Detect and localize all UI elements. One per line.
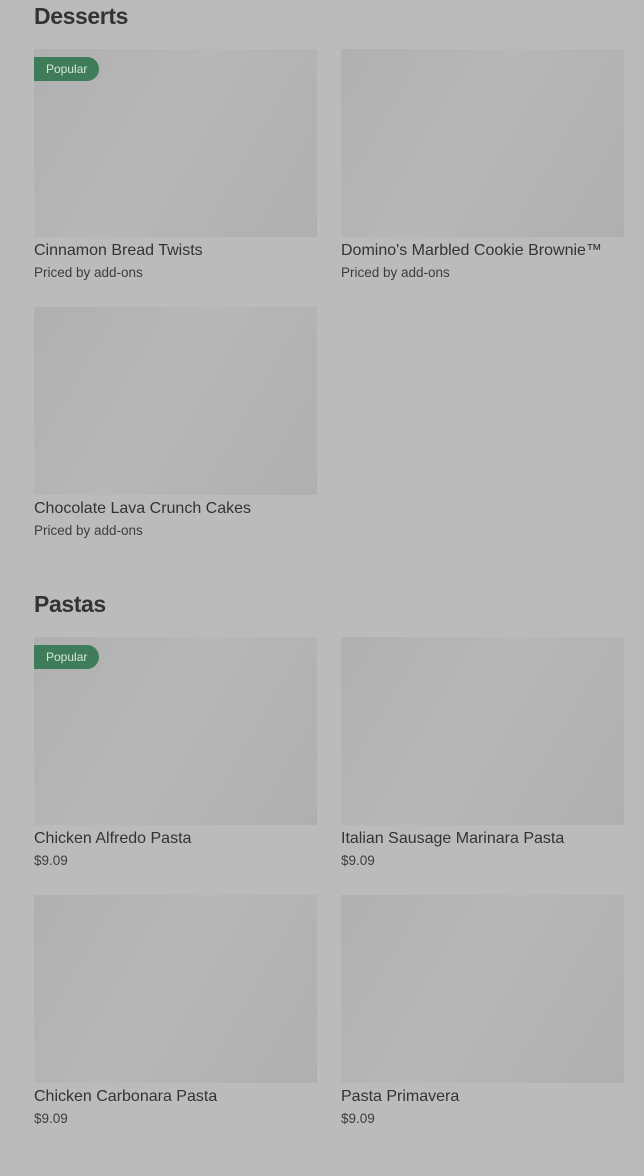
item-image[interactable]: [341, 49, 624, 237]
item-name[interactable]: Domino's Marbled Cookie Brownie™: [341, 241, 624, 261]
item-price: $9.09: [34, 1111, 68, 1126]
item-image[interactable]: Popular: [34, 49, 317, 237]
item-image[interactable]: [341, 637, 624, 825]
item-price: Priced by add-ons: [34, 265, 143, 280]
item-image[interactable]: [34, 895, 317, 1083]
menu-item-card[interactable]: Domino's Marbled Cookie Brownie™ Priced …: [341, 49, 624, 282]
item-image[interactable]: [341, 895, 624, 1083]
item-image[interactable]: Popular: [34, 637, 317, 825]
item-name[interactable]: Italian Sausage Marinara Pasta: [341, 829, 624, 849]
item-name[interactable]: Chicken Carbonara Pasta: [34, 1087, 317, 1107]
menu-item-card[interactable]: Chocolate Lava Crunch Cakes Priced by ad…: [34, 307, 317, 540]
menu-item-card[interactable]: Popular Cinnamon Bread Twists Priced by …: [34, 49, 317, 282]
popular-badge: Popular: [34, 57, 100, 81]
menu-item-card[interactable]: Italian Sausage Marinara Pasta $9.09: [341, 637, 624, 870]
item-price: Priced by add-ons: [341, 265, 450, 280]
menu-item-card[interactable]: Chicken Carbonara Pasta $9.09: [34, 895, 317, 1128]
item-image[interactable]: [34, 307, 317, 495]
item-price: Priced by add-ons: [34, 523, 143, 538]
section-title-pastas: Pastas: [34, 591, 106, 617]
item-price: $9.09: [341, 853, 375, 868]
item-name[interactable]: Chicken Alfredo Pasta: [34, 829, 317, 849]
menu-item-card[interactable]: Popular Chicken Alfredo Pasta $9.09: [34, 637, 317, 870]
popular-badge: Popular: [34, 645, 100, 669]
item-price: $9.09: [341, 1111, 375, 1126]
section-title-desserts: Desserts: [34, 3, 128, 29]
item-price: $9.09: [34, 853, 68, 868]
item-name[interactable]: Chocolate Lava Crunch Cakes: [34, 499, 317, 519]
menu-item-card[interactable]: Pasta Primavera $9.09: [341, 895, 624, 1128]
item-name[interactable]: Pasta Primavera: [341, 1087, 624, 1107]
item-name[interactable]: Cinnamon Bread Twists: [34, 241, 317, 261]
